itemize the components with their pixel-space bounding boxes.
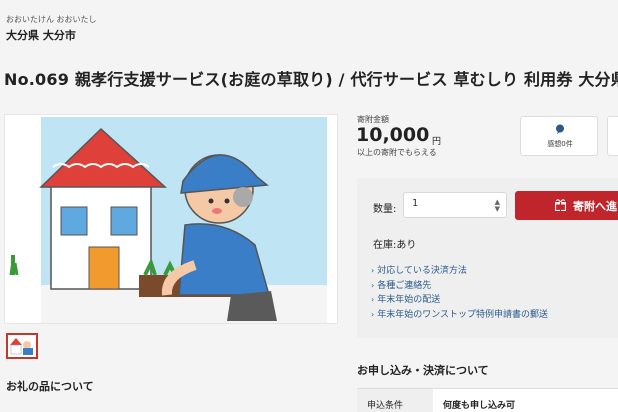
review-button[interactable]: 感想0件 <box>520 116 598 156</box>
apply-info-heading: お申し込み・決済について <box>357 364 489 377</box>
info-link[interactable]: › 年末年始の配送 <box>371 293 548 308</box>
apply-condition-value: 何度も申し込み可 <box>443 401 516 411</box>
product-main-image <box>4 114 338 324</box>
review-button-label: 感想0件 <box>547 140 573 148</box>
product-thumbnail[interactable] <box>6 333 38 359</box>
chevron-right-icon: › <box>371 266 375 275</box>
chat-bubble-icon <box>556 124 564 134</box>
product-illustration <box>9 117 327 323</box>
info-link[interactable]: › 年末年始のワンストップ特例申請書の郵送 <box>371 308 548 323</box>
quantity-select[interactable]: 1 ▲ ▼ <box>403 192 507 218</box>
product-title: No.069 親孝行支援サービス(お庭の草取り) / 代行サービス 草むしり 利… <box>4 70 618 89</box>
donate-button-label: 寄附へ進 <box>573 200 617 213</box>
donate-button[interactable]: 寄附へ進 <box>515 191 618 220</box>
donation-amount: 10,000 <box>356 124 430 146</box>
updown-arrow-icon: ▲ ▼ <box>494 198 500 213</box>
stock-status: 在庫:あり <box>373 240 417 251</box>
order-panel: 数量: 1 ▲ ▼ 寄附へ進 在庫:あり › 対応している決済方法 › 各種ご連絡先 … <box>357 178 618 338</box>
prefecture-name[interactable]: 大分県 大分市 <box>6 27 76 43</box>
amount-note: 以上の寄附でもらえる <box>357 148 437 157</box>
chevron-right-icon: › <box>371 309 375 319</box>
apply-condition-label: 申込条件 <box>357 389 433 412</box>
quantity-value: 1 <box>412 198 419 209</box>
secondary-action-button[interactable] <box>607 116 618 156</box>
chevron-right-icon: › <box>371 280 375 290</box>
info-link-list: › 対応している決済方法 › 各種ご連絡先 › 年末年始の配送 › 年末年始のワンストッ… <box>371 264 548 322</box>
chevron-right-icon: › <box>371 295 375 305</box>
top-bar: おおいたけん おおいたし 大分県 大分市 <box>0 0 618 46</box>
apply-table: 申込条件 何度も申し込み可 <box>357 388 618 412</box>
info-link[interactable]: › 各種ご連絡先 <box>371 279 548 294</box>
gift-info-heading: お礼の品について <box>6 380 94 393</box>
info-link[interactable]: › 対応している決済方法 <box>371 264 548 279</box>
thumbnail-illustration <box>8 335 36 357</box>
gift-icon <box>555 199 566 211</box>
quantity-label: 数量: <box>373 204 397 215</box>
amount-unit: 円 <box>432 137 442 147</box>
prefecture-kana: おおいたけん おおいたし <box>6 15 97 24</box>
